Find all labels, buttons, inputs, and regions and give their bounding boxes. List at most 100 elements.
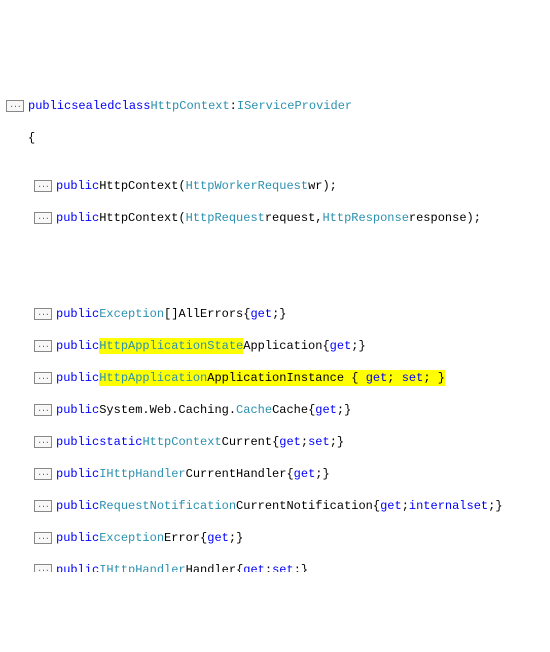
code-line: ...public System.Web.Caching.Cache Cache… [0,402,550,418]
semicolon: ; [229,530,236,546]
semicolon: ; [387,371,394,385]
keyword: get [380,498,402,514]
keyword: get [279,434,301,450]
keyword: set [467,498,489,514]
brace-close: } [495,498,502,514]
keyword: get [243,562,265,572]
keyword: set [272,562,294,572]
semicolon: ; [330,178,337,194]
type-name: IHttpHandler [99,562,185,572]
keyword: public [56,210,99,226]
collapse-icon[interactable]: ... [34,404,52,416]
semicolon: ; [402,498,409,514]
brace-open: { [272,434,279,450]
semicolon: ; [265,562,272,572]
semicolon: ; [315,466,322,482]
paren-open: ( [178,210,185,226]
code-line: ...public HttpApplication ApplicationIns… [0,370,550,386]
type-name: HttpRequest [186,210,265,226]
collapse-icon[interactable]: ... [34,436,52,448]
param-name: response [409,210,467,226]
keyword: static [99,434,142,450]
array-suffix: [] [164,306,178,322]
type-name: Exception [99,530,164,546]
colon: : [230,98,237,114]
collapse-icon[interactable]: ... [34,180,52,192]
brace-open: { [351,371,358,385]
prop-name: Application [243,338,322,354]
keyword: get [294,466,316,482]
brace-open: { [373,498,380,514]
code-line: ...public HttpContext(HttpRequest reques… [0,210,550,226]
type-name: Exception [99,306,164,322]
semicolon: ; [337,402,344,418]
ctor-name: HttpContext [99,210,178,226]
code-line: ...public static HttpContext Current { g… [0,434,550,450]
brace-open: { [200,530,207,546]
code-view: ...public sealed class HttpContext : ISe… [0,64,550,572]
keyword: public [56,530,99,546]
keyword: public [56,466,99,482]
type-name: HttpResponse [322,210,408,226]
param-name: wr [308,178,322,194]
type-name: HttpContext [142,434,221,450]
brace-open: { [28,130,35,146]
code-line: ...public RequestNotification CurrentNot… [0,498,550,514]
code-line: ...public HttpContext(HttpWorkerRequest … [0,178,550,194]
collapse-icon[interactable]: ... [34,468,52,480]
brace-close: } [337,434,344,450]
prop-name: Handler [186,562,236,572]
keyword: public [56,402,99,418]
brace-open: { [308,402,315,418]
type-name: HttpContext [150,98,229,114]
keyword: get [207,530,229,546]
code-line: ...public Exception[] AllErrors { get; } [0,306,550,322]
collapse-icon[interactable]: ... [34,308,52,320]
keyword: public [56,370,99,386]
brace-open: { [322,338,329,354]
brace-close: } [322,466,329,482]
collapse-icon[interactable]: ... [34,564,52,572]
semicolon: ; [351,338,358,354]
ctor-name: HttpContext [99,178,178,194]
paren-close: ) [322,178,329,194]
collapse-icon[interactable]: ... [34,372,52,384]
semicolon: ; [488,498,495,514]
collapse-icon[interactable]: ... [34,500,52,512]
prop-name: Error [164,530,200,546]
code-line: ...public sealed class HttpContext : ISe… [0,98,550,114]
semicolon: ; [272,306,279,322]
prop-name: Current [222,434,272,450]
keyword: public [56,338,99,354]
prop-name: CurrentNotification [236,498,373,514]
keyword: get [366,371,388,385]
brace-open: { [236,562,243,572]
brace-close: } [236,530,243,546]
semicolon: ; [301,434,308,450]
brace-close: } [301,562,308,572]
type-name: HttpApplication [99,371,207,385]
paren-close: ) [467,210,474,226]
code-line: { [0,130,550,146]
keyword: public [56,562,99,572]
code-line: ...public HttpApplicationState Applicati… [0,338,550,354]
keyword: internal [409,498,467,514]
brace-open: { [243,306,250,322]
collapse-icon[interactable]: ... [34,340,52,352]
namespace-prefix: System.Web.Caching. [99,402,236,418]
collapse-icon[interactable]: ... [6,100,24,112]
collapse-icon[interactable]: ... [34,532,52,544]
type-name: IServiceProvider [237,98,352,114]
brace-close: } [279,306,286,322]
type-name: Cache [236,402,272,418]
brace-close: } [438,371,445,385]
collapse-icon[interactable]: ... [34,212,52,224]
brace-close: } [344,402,351,418]
keyword: public [56,306,99,322]
keyword: public [56,498,99,514]
semicolon: ; [474,210,481,226]
keyword: get [330,338,352,354]
blank-line [0,258,550,274]
brace-close: } [358,338,365,354]
code-line: ... public Exception Error { get; } [0,530,550,546]
